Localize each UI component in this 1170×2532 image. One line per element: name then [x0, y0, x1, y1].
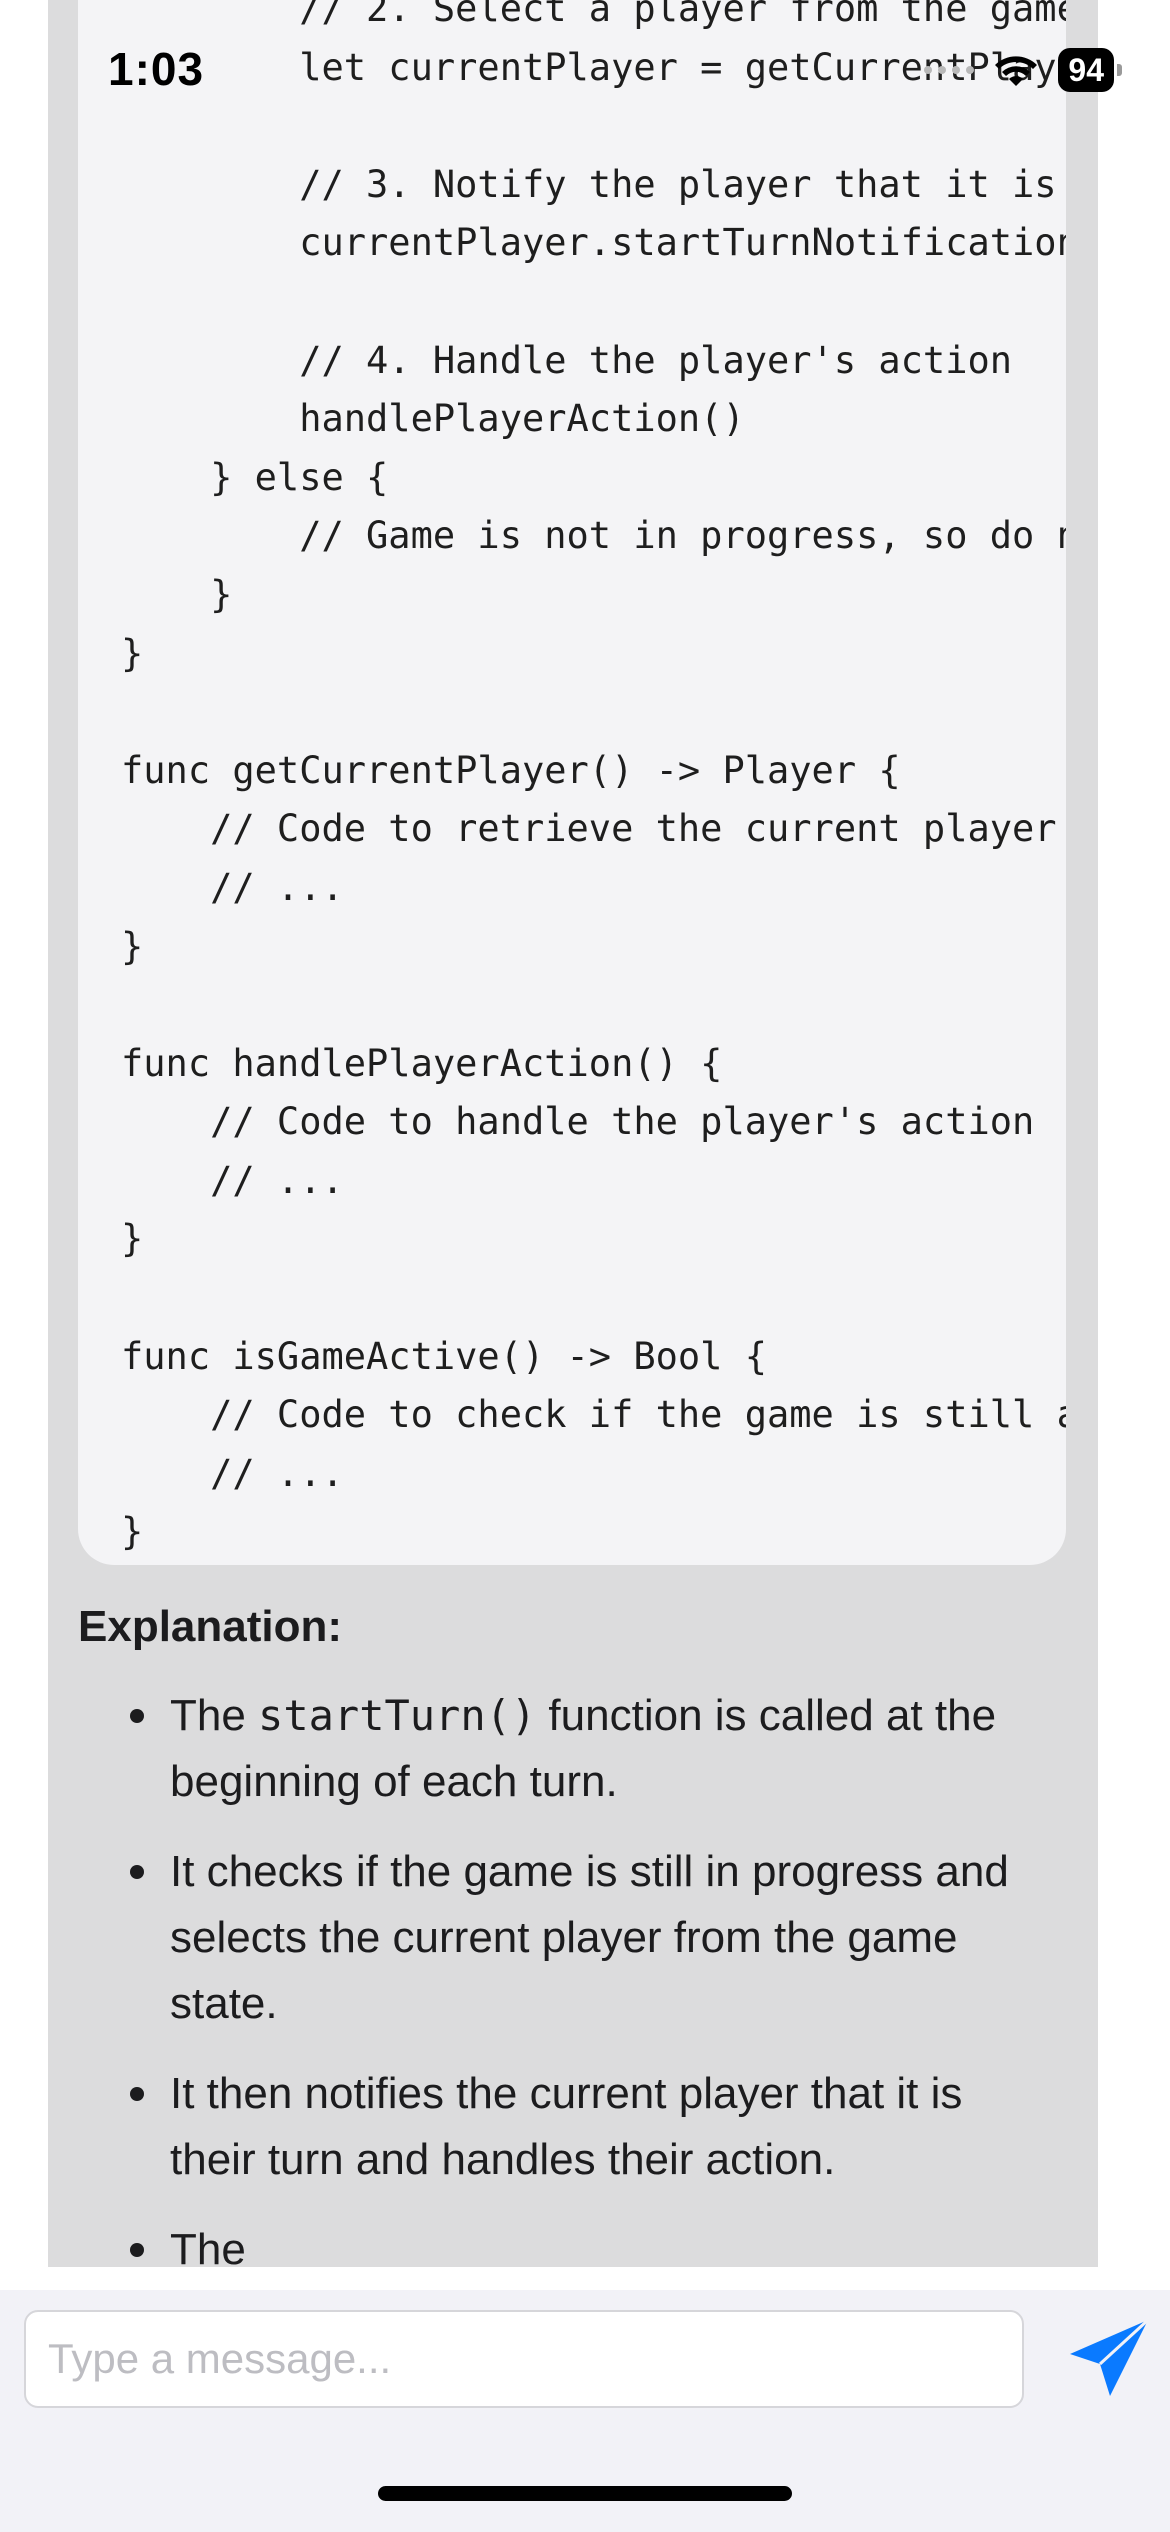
code-line: currentPlayer.startTurnNotification() [121, 221, 1066, 265]
list-item: The [130, 2217, 1078, 2267]
code-line: // Code to handle the player's action [121, 1100, 1035, 1144]
code-line: // Code to check if the game is still ac… [210, 1393, 1066, 1437]
explanation-section: Explanation: The startTurn() function is… [78, 1595, 1078, 2267]
list-item: It checks if the game is still in progre… [130, 1839, 1078, 2037]
code-line: // 2. Select a player from the game stat… [299, 0, 1066, 30]
code-line: } else { [121, 455, 389, 499]
list-item: The startTurn() function is called at th… [130, 1683, 1078, 1815]
status-time: 1:03 [108, 43, 205, 95]
status-icons: 94 [924, 48, 1122, 92]
code-line: // Code to retrieve the current player [121, 807, 1057, 851]
signal-dots-icon [924, 66, 975, 74]
code-line: // ... [121, 1451, 344, 1495]
assistant-message-bubble: // 2. Select a player from the game stat… [48, 0, 1098, 2267]
code-line: } [121, 631, 144, 675]
list-item: It then notifies the current player that… [130, 2061, 1078, 2193]
code-line: func getCurrentPlayer() -> Player { [121, 748, 901, 792]
inline-code: startTurn() [258, 1691, 537, 1740]
battery-icon: 94 [1058, 48, 1122, 92]
code-line: } [121, 1217, 144, 1261]
code-text: // 2. Select a player from the game stat… [121, 0, 1066, 1562]
code-line: func isGameActive() -> Bool { [121, 1334, 768, 1378]
home-indicator [378, 2486, 792, 2501]
code-line: // 4. Handle the player's action [121, 338, 1013, 382]
code-line: // Game is not in progress, so do nothin… [299, 514, 1066, 558]
chat-screen: // 2. Select a player from the game stat… [0, 0, 1170, 2532]
code-line: // ... [121, 1158, 344, 1202]
wifi-icon [995, 56, 1038, 86]
code-line: } [121, 924, 144, 968]
code-block: // 2. Select a player from the game stat… [78, 0, 1066, 1565]
send-button[interactable] [1066, 2316, 1152, 2402]
explanation-list: The startTurn() function is called at th… [78, 1683, 1078, 2267]
code-line: } [121, 572, 233, 616]
code-line: } [121, 1510, 144, 1554]
code-line: // ... [121, 865, 344, 909]
code-line: // 3. Notify the player that it is their… [299, 162, 1057, 206]
paper-plane-icon [1070, 2318, 1150, 2396]
code-line: func handlePlayerAction() { [121, 1041, 723, 1085]
explanation-heading: Explanation: [78, 1602, 343, 1651]
code-line: handlePlayerAction() [121, 397, 745, 441]
message-input[interactable] [24, 2310, 1024, 2408]
